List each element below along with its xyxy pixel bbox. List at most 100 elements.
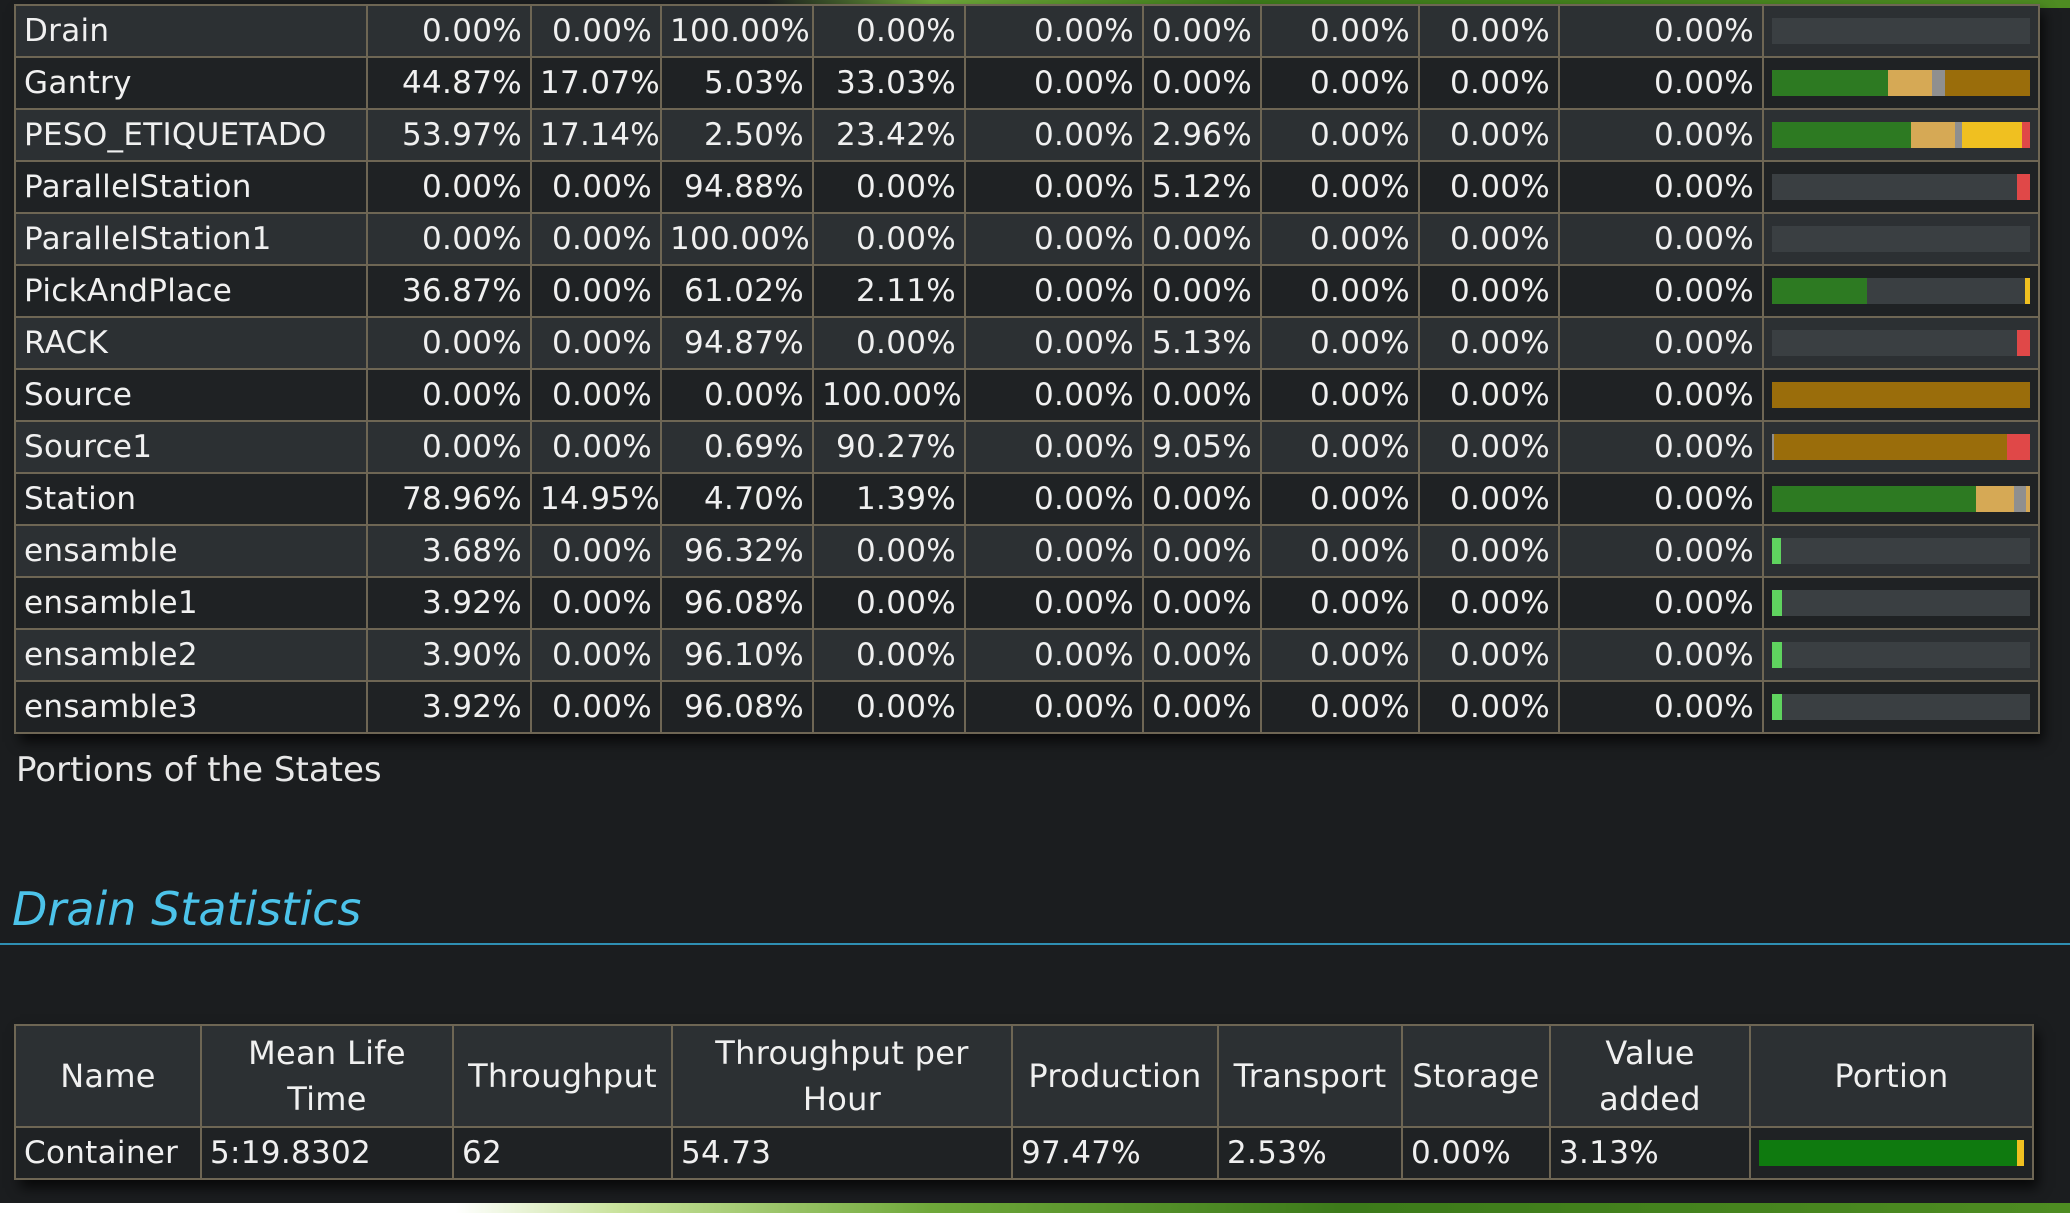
col-header-name[interactable]: Name xyxy=(14,1024,202,1128)
cell-value: 0.00% xyxy=(812,628,966,682)
cell-value: 5.13% xyxy=(1142,316,1262,370)
cell-value: 0.00% xyxy=(1260,108,1420,162)
cell-value: 0.00% xyxy=(964,368,1144,422)
col-header-portion[interactable]: Portion xyxy=(1749,1024,2034,1128)
cell-value: 0.00% xyxy=(1260,420,1420,474)
cell-name: ensamble xyxy=(14,524,368,578)
cell-value: 0.00% xyxy=(1558,4,1764,58)
drain-statistics-heading: Drain Statistics xyxy=(12,882,362,936)
table-row[interactable]: ensamble 3.68% 0.00% 96.32% 0.00% 0.00% 0.00% 0… xyxy=(14,524,2040,578)
cell-value: 0.00% xyxy=(964,264,1144,318)
cell-value: 0.00% xyxy=(1558,368,1764,422)
cell-value: 0.00% xyxy=(530,368,662,422)
table-row[interactable]: ParallelStation1 0.00% 0.00% 100.00% 0.00% 0.… xyxy=(14,212,2040,266)
table-row[interactable]: Gantry 44.87% 17.07% 5.03% 33.03% 0.00% 0.00% 0… xyxy=(14,56,2040,110)
cell-value: 0.00% xyxy=(530,4,662,58)
cell-name: Source xyxy=(14,368,368,422)
portion-segment-paused xyxy=(1961,122,2023,148)
cell-portion xyxy=(1762,212,2040,266)
table-row[interactable]: PickAndPlace 36.87% 0.00% 61.02% 2.11% 0.00% 0… xyxy=(14,264,2040,318)
portion-bar xyxy=(1772,642,2030,668)
cell-value: 0.00% xyxy=(1418,160,1560,214)
portion-segment-empty xyxy=(1772,174,2017,200)
portion-segment-blocked xyxy=(1773,434,2007,460)
cell-value: 0.00% xyxy=(964,628,1144,682)
portion-segment-empty xyxy=(1782,590,2030,616)
cell-value: 0.00% xyxy=(964,576,1144,630)
col-header-production[interactable]: Production xyxy=(1011,1024,1219,1128)
cell-value: 0.00% xyxy=(660,368,814,422)
cell-value: 0.00% xyxy=(1558,628,1764,682)
cell-portion xyxy=(1762,4,2040,58)
cell-portion xyxy=(1762,264,2040,318)
cell-name: PESO_ETIQUETADO xyxy=(14,108,368,162)
portion-segment-setup xyxy=(1975,486,2015,512)
portion-segment-transport xyxy=(2017,1140,2024,1166)
cell-value: 3.90% xyxy=(366,628,532,682)
cell-value: 0.00% xyxy=(530,160,662,214)
cell-value: 0.00% xyxy=(1142,264,1262,318)
cell-value: 0.00% xyxy=(366,212,532,266)
portion-bar xyxy=(1759,1140,2024,1166)
cell-value: 0.00% xyxy=(530,576,662,630)
cell-value: 0.00% xyxy=(1418,628,1560,682)
cell-value: 0.00% xyxy=(1418,472,1560,526)
cell-value: 0.00% xyxy=(1142,576,1262,630)
cell-name: RACK xyxy=(14,316,368,370)
table-row[interactable]: Container 5:19.8302 62 54.73 97.47% 2.53… xyxy=(14,1126,2034,1180)
table-row[interactable]: Source 0.00% 0.00% 0.00% 100.00% 0.00% 0.00% 0.… xyxy=(14,368,2040,422)
table-row[interactable]: PESO_ETIQUETADO 53.97% 17.14% 2.50% 23.42% 0.… xyxy=(14,108,2040,162)
cell-value: 0.00% xyxy=(1260,472,1420,526)
cell-value: 0.00% xyxy=(1142,472,1262,526)
col-header-throughput[interactable]: Throughput xyxy=(452,1024,673,1128)
table-row[interactable]: ParallelStation 0.00% 0.00% 94.88% 0.00% 0.00… xyxy=(14,160,2040,214)
cell-value: 0.00% xyxy=(1260,316,1420,370)
col-header-storage[interactable]: Storage xyxy=(1401,1024,1551,1128)
col-header-transport[interactable]: Transport xyxy=(1217,1024,1403,1128)
cell-value: 0.00% xyxy=(812,316,966,370)
cell-value: 0.00% xyxy=(1558,472,1764,526)
portion-segment-empty xyxy=(1782,694,2030,720)
portion-segment-failed xyxy=(2006,434,2030,460)
cell-value: 0.00% xyxy=(1558,420,1764,474)
cell-value: 0.00% xyxy=(964,160,1144,214)
table-row[interactable]: ensamble3 3.92% 0.00% 96.08% 0.00% 0.00% 0.00%… xyxy=(14,680,2040,734)
col-header-throughput-per-hour[interactable]: Throughput per Hour xyxy=(671,1024,1013,1128)
cell-value: 0.00% xyxy=(1418,316,1560,370)
col-header-value-added[interactable]: Value added xyxy=(1549,1024,1751,1128)
col-header-mean-life-time[interactable]: Mean Life Time xyxy=(200,1024,454,1128)
portion-segment-value-added xyxy=(1772,538,1782,564)
cell-value: 0.00% xyxy=(964,680,1144,734)
cell-value: 0.00% xyxy=(1558,680,1764,734)
cell-value: 0.00% xyxy=(1260,576,1420,630)
cell-value: 0.00% xyxy=(964,4,1144,58)
portion-segment-setup xyxy=(2026,486,2030,512)
states-table-container: Drain 0.00% 0.00% 100.00% 0.00% 0.00% 0.00% 0.0… xyxy=(14,4,2040,734)
portion-segment-working xyxy=(1772,278,1868,304)
portion-bar xyxy=(1772,278,2030,304)
cell-value: 0.00% xyxy=(1260,628,1420,682)
table-row[interactable]: Source1 0.00% 0.00% 0.69% 90.27% 0.00% 9.05% 0.… xyxy=(14,420,2040,474)
portion-segment-blocked xyxy=(1944,70,2030,96)
cell-name: Station xyxy=(14,472,368,526)
portion-bar xyxy=(1772,538,2030,564)
cell-value: 0.00% xyxy=(812,524,966,578)
table-row[interactable]: Drain 0.00% 0.00% 100.00% 0.00% 0.00% 0.00% 0.0… xyxy=(14,4,2040,58)
table-row[interactable]: Station 78.96% 14.95% 4.70% 1.39% 0.00% 0.00% 0… xyxy=(14,472,2040,526)
cell-value: 0.00% xyxy=(1418,680,1560,734)
table-row[interactable]: ensamble2 3.90% 0.00% 96.10% 0.00% 0.00% 0.00%… xyxy=(14,628,2040,682)
portion-segment-working xyxy=(1772,122,1912,148)
portion-segment-waiting xyxy=(1931,70,1945,96)
table-row[interactable]: RACK 0.00% 0.00% 94.87% 0.00% 0.00% 5.13% 0.00%… xyxy=(14,316,2040,370)
portion-segment-empty xyxy=(1772,330,2017,356)
table-row[interactable]: ensamble1 3.92% 0.00% 96.08% 0.00% 0.00% 0.00%… xyxy=(14,576,2040,630)
cell-value: 100.00% xyxy=(812,368,966,422)
cell-value: 0.00% xyxy=(812,4,966,58)
cell-value: 0.00% xyxy=(1260,4,1420,58)
cell-value: 0.69% xyxy=(660,420,814,474)
cell-value: 0.00% xyxy=(1260,368,1420,422)
cell-name: ensamble2 xyxy=(14,628,368,682)
cell-name: Source1 xyxy=(14,420,368,474)
cell-portion xyxy=(1749,1126,2034,1180)
cell-portion xyxy=(1762,316,2040,370)
